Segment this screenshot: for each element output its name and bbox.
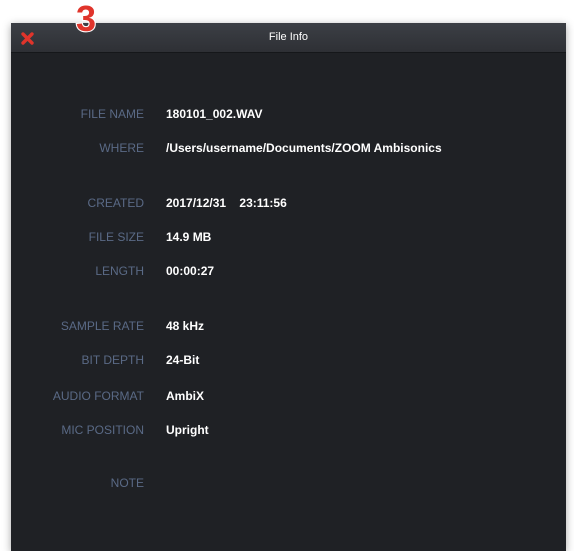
bit-depth-row: BIT DEPTH 24-Bit	[11, 350, 566, 370]
length-row: LENGTH 00:00:27	[11, 261, 566, 281]
note-row: NOTE	[11, 473, 566, 493]
file-size-row: FILE SIZE 14.9 MB	[11, 227, 566, 247]
created-label: CREATED	[87, 196, 144, 210]
bit-depth-value: 24-Bit	[166, 353, 200, 367]
sample-rate-value: 48 kHz	[166, 319, 205, 333]
mic-position-label: MIC POSITION	[61, 423, 144, 437]
created-value: 2017/12/31 23:11:56	[166, 196, 287, 210]
where-row: WHERE /Users/username/Documents/ZOOM Amb…	[11, 138, 566, 158]
audio-format-value: AmbiX	[166, 389, 205, 403]
mic-position-value: Upright	[166, 423, 209, 437]
created-row: CREATED 2017/12/31 23:11:56	[11, 193, 566, 213]
length-label: LENGTH	[95, 264, 144, 278]
where-label: WHERE	[99, 141, 144, 155]
audio-format-label: AUDIO FORMAT	[52, 389, 144, 403]
where-value: /Users/username/Documents/ZOOM Ambisonic…	[166, 141, 442, 155]
file-size-label: FILE SIZE	[88, 230, 144, 244]
sample-rate-row: SAMPLE RATE 48 kHz	[11, 316, 566, 336]
file-name-label: FILE NAME	[80, 107, 144, 121]
file-info-fields: FILE NAME 180101_002.WAV WHERE /Users/us…	[11, 23, 566, 551]
bit-depth-label: BIT DEPTH	[81, 353, 144, 367]
audio-format-row: AUDIO FORMAT AmbiX	[11, 386, 566, 406]
file-name-value: 180101_002.WAV	[166, 107, 263, 121]
mic-position-row: MIC POSITION Upright	[11, 420, 566, 440]
length-value: 00:00:27	[166, 264, 215, 278]
step-number-badge: 3	[75, 0, 97, 40]
step-number-badge-text: 3	[76, 0, 96, 39]
file-size-value: 14.9 MB	[166, 230, 212, 244]
file-name-row: FILE NAME 180101_002.WAV	[11, 104, 566, 124]
sample-rate-label: SAMPLE RATE	[60, 319, 144, 333]
file-info-window: File Info FILE NAME 180101_002.WAV WHERE…	[11, 23, 566, 551]
note-label: NOTE	[110, 476, 144, 490]
